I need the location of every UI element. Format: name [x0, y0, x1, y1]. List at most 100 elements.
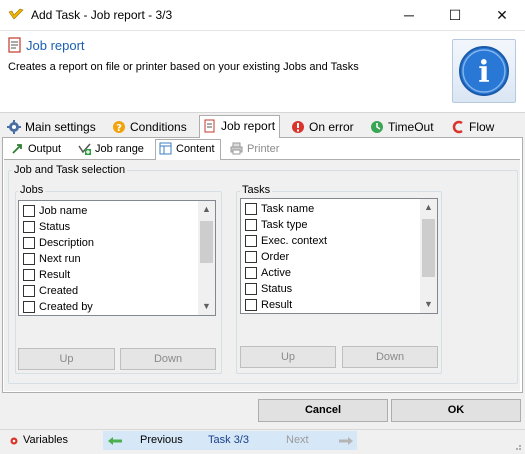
- tab-label: Printer: [247, 143, 280, 155]
- list-item[interactable]: Status: [241, 281, 437, 297]
- scroll-up-icon[interactable]: ▲: [420, 199, 437, 216]
- checkbox[interactable]: [23, 237, 35, 249]
- tasks-group-label: Tasks: [240, 184, 273, 196]
- list-item[interactable]: Description: [19, 235, 215, 251]
- tasks-scrollbar[interactable]: ▲ ▼: [420, 199, 437, 313]
- list-item[interactable]: Created: [19, 283, 215, 299]
- list-item[interactable]: Task name: [241, 201, 437, 217]
- checkbox[interactable]: [245, 203, 257, 215]
- scroll-thumb[interactable]: [422, 219, 435, 277]
- previous-button[interactable]: Previous: [103, 431, 203, 450]
- tab-flow[interactable]: Flow: [448, 117, 500, 138]
- item-label: Created by: [39, 301, 93, 313]
- tab-label: Job range: [95, 143, 144, 155]
- checkbox[interactable]: [245, 299, 257, 311]
- header-description: Creates a report on file or printer base…: [8, 61, 359, 73]
- tab-on-error[interactable]: On error: [288, 117, 360, 138]
- app-logo-icon: [8, 8, 24, 20]
- tab-label: Job report: [221, 119, 276, 133]
- scroll-up-icon[interactable]: ▲: [198, 201, 215, 218]
- checkbox[interactable]: [23, 205, 35, 217]
- tab-printer[interactable]: Printer: [227, 140, 287, 159]
- scroll-down-icon[interactable]: ▼: [198, 298, 215, 315]
- jobs-group-label: Jobs: [18, 184, 46, 196]
- next-label: Next: [286, 434, 309, 446]
- jobs-down-button[interactable]: Down: [120, 348, 216, 370]
- checkbox[interactable]: [23, 253, 35, 265]
- ok-button[interactable]: OK: [391, 399, 521, 422]
- minimize-button[interactable]: ─: [386, 0, 432, 31]
- checkbox[interactable]: [245, 267, 257, 279]
- checkbox[interactable]: [23, 269, 35, 281]
- checkbox[interactable]: [245, 283, 257, 295]
- checkbox[interactable]: [245, 219, 257, 231]
- timeout-icon: [371, 121, 383, 133]
- list-item[interactable]: Task type: [241, 217, 437, 233]
- checkbox[interactable]: [23, 301, 35, 313]
- tab-label: Main settings: [25, 120, 96, 134]
- item-label: Job name: [39, 205, 88, 217]
- report-icon: [204, 119, 215, 133]
- list-item[interactable]: Created by: [19, 299, 215, 315]
- scroll-down-icon[interactable]: ▼: [420, 296, 437, 313]
- item-label: Status: [39, 221, 71, 233]
- list-item[interactable]: Order: [241, 249, 437, 265]
- tab-conditions[interactable]: ? Conditions: [109, 117, 193, 138]
- item-label: Status: [261, 283, 293, 295]
- tab-main-settings[interactable]: Main settings: [4, 117, 102, 138]
- report-icon: [8, 37, 21, 53]
- tasks-down-button[interactable]: Down: [342, 346, 438, 368]
- window-title: Add Task - Job report - 3/3: [31, 8, 173, 22]
- checkbox[interactable]: [245, 235, 257, 247]
- task-header: Job report Creates a report on file or p…: [0, 31, 525, 113]
- tab-label: Output: [28, 143, 62, 155]
- cancel-button[interactable]: Cancel: [258, 399, 388, 422]
- tasks-list[interactable]: Task name Task type Exec. context Order …: [240, 198, 438, 314]
- jobs-up-button[interactable]: Up: [18, 348, 115, 370]
- list-item[interactable]: Status: [19, 219, 215, 235]
- item-label: Next run: [39, 253, 81, 265]
- previous-label: Previous: [140, 434, 183, 446]
- tab-label: Conditions: [130, 120, 187, 134]
- svg-text:i: i: [478, 55, 489, 90]
- checkbox[interactable]: [23, 221, 35, 233]
- scroll-thumb[interactable]: [200, 221, 213, 263]
- list-item[interactable]: Result: [19, 267, 215, 283]
- list-item[interactable]: Result: [241, 297, 437, 313]
- item-label: Task type: [261, 219, 308, 231]
- checkbox[interactable]: [23, 285, 35, 297]
- output-icon: [12, 144, 22, 154]
- tab-job-report[interactable]: Job report: [199, 115, 280, 138]
- resize-grip-icon[interactable]: [512, 440, 522, 450]
- tab-job-range[interactable]: Job range: [75, 140, 150, 159]
- svg-text:?: ?: [116, 123, 122, 134]
- jobs-list[interactable]: Job name Status Description Next run Res…: [18, 200, 216, 316]
- maximize-button[interactable]: ☐: [432, 0, 478, 31]
- item-label: Description: [39, 237, 95, 249]
- list-item[interactable]: Next run: [19, 251, 215, 267]
- job-range-icon: [78, 143, 91, 155]
- item-label: Result: [39, 269, 71, 281]
- item-label: Active: [261, 267, 291, 279]
- tab-output[interactable]: Output: [8, 140, 70, 159]
- item-label: Order: [261, 251, 290, 263]
- content-icon: [159, 142, 172, 155]
- variables-button[interactable]: Variables: [8, 431, 68, 450]
- conditions-icon: ?: [113, 121, 125, 134]
- tab-label: Content: [176, 143, 215, 155]
- tab-timeout[interactable]: TimeOut: [367, 117, 441, 138]
- checkbox[interactable]: [245, 251, 257, 263]
- list-item[interactable]: Active: [241, 265, 437, 281]
- tab-label: On error: [309, 120, 354, 134]
- list-item[interactable]: Job name: [19, 203, 215, 219]
- printer-icon: [230, 142, 243, 155]
- tasks-up-button[interactable]: Up: [240, 346, 336, 368]
- close-button[interactable]: ✕: [479, 0, 525, 31]
- tab-content[interactable]: Content: [155, 139, 221, 160]
- jobs-scrollbar[interactable]: ▲ ▼: [198, 201, 215, 315]
- next-button[interactable]: Next: [254, 431, 357, 450]
- list-item[interactable]: Exec. context: [241, 233, 437, 249]
- arrow-left-icon: [108, 437, 122, 445]
- selection-group-label: Job and Task selection: [12, 164, 128, 176]
- item-label: Task name: [261, 203, 315, 215]
